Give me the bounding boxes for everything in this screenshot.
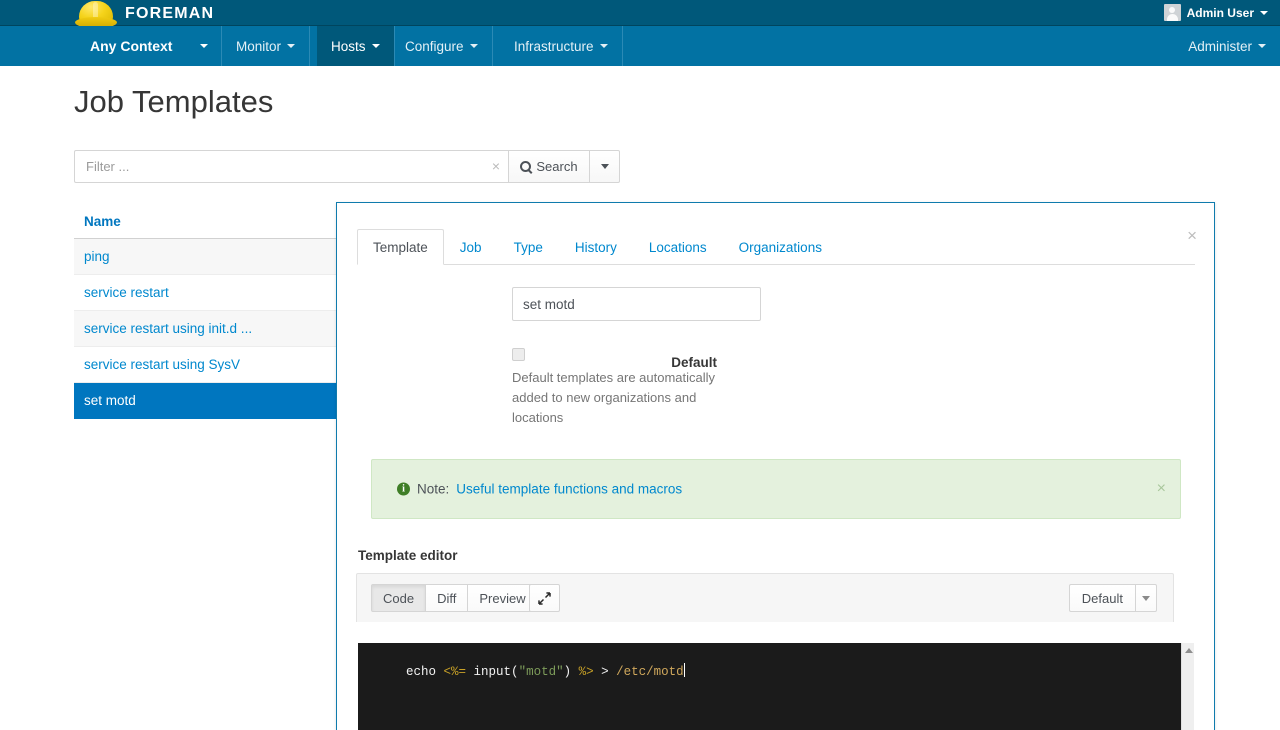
template-detail-panel: × Template Job Type History Locations Or… xyxy=(336,202,1215,730)
search-button-label: Search xyxy=(536,159,577,174)
code-token: ) xyxy=(564,665,579,679)
tab-job[interactable]: Job xyxy=(444,229,498,265)
code-token: "motd" xyxy=(519,665,564,679)
tab-organizations[interactable]: Organizations xyxy=(723,229,838,265)
nav-item-label: Infrastructure xyxy=(514,39,594,54)
editor-toolbar: Code Diff Preview Default xyxy=(356,573,1174,622)
tab-template[interactable]: Template xyxy=(357,229,444,265)
caret-down-icon xyxy=(372,44,380,48)
button-label: Preview xyxy=(479,591,525,606)
nav-item-label: Hosts xyxy=(331,39,366,54)
code-token: echo xyxy=(406,665,444,679)
editor-variant-select[interactable]: Default xyxy=(1069,584,1157,612)
expand-arrows-icon[interactable] xyxy=(529,584,560,612)
caret-down-icon[interactable] xyxy=(1135,584,1157,612)
nav-item-configure[interactable]: Configure xyxy=(391,26,493,66)
tab-type[interactable]: Type xyxy=(498,229,559,265)
editor-mode-diff-button[interactable]: Diff xyxy=(425,584,468,612)
context-selector[interactable]: Any Context xyxy=(0,26,222,66)
tab-label: History xyxy=(575,240,617,255)
template-note-alert: i Note: Useful template functions and ma… xyxy=(371,459,1181,519)
default-help-text: Default templates are automatically adde… xyxy=(512,368,742,428)
search-input[interactable] xyxy=(75,151,508,182)
text-cursor xyxy=(684,663,685,677)
info-circle-icon: i xyxy=(397,483,410,496)
button-label: Code xyxy=(383,591,414,606)
caret-down-icon xyxy=(1258,44,1266,48)
nav-item-infrastructure[interactable]: Infrastructure xyxy=(500,26,623,66)
clear-x-icon[interactable]: × xyxy=(492,159,500,173)
brand-bar: FOREMAN Admin User xyxy=(0,0,1280,26)
foreman-logo[interactable] xyxy=(75,0,117,29)
page-title: Job Templates xyxy=(74,84,273,120)
brand-name: FOREMAN xyxy=(125,5,214,23)
search-bar: × Search xyxy=(74,150,620,183)
template-editor-heading: Template editor xyxy=(358,548,458,563)
tab-locations[interactable]: Locations xyxy=(633,229,723,265)
alert-prefix: Note: xyxy=(417,482,449,497)
user-name-label: Admin User xyxy=(1187,6,1254,20)
nav-item-hosts[interactable]: Hosts xyxy=(317,26,395,66)
caret-down-icon xyxy=(470,44,478,48)
name-input[interactable] xyxy=(512,287,761,321)
hard-hat-icon xyxy=(75,1,117,25)
panel-tabs: Template Job Type History Locations Orga… xyxy=(357,228,1195,265)
tab-history[interactable]: History xyxy=(559,229,633,265)
caret-down-icon xyxy=(601,164,609,169)
caret-down-icon xyxy=(287,44,295,48)
nav-item-administer[interactable]: Administer xyxy=(1188,26,1266,66)
caret-down-icon xyxy=(1260,11,1268,15)
nav-item-label: Configure xyxy=(405,39,464,54)
default-checkbox[interactable] xyxy=(512,348,525,361)
button-label: Diff xyxy=(437,591,456,606)
template-functions-link[interactable]: Useful template functions and macros xyxy=(456,482,682,497)
tab-label: Type xyxy=(514,240,543,255)
search-button[interactable]: Search xyxy=(508,150,590,183)
tab-label: Locations xyxy=(649,240,707,255)
code-line: echo <%= input("motd") %> > /etc/motd xyxy=(361,646,685,698)
close-x-icon[interactable]: × xyxy=(1157,481,1166,497)
tab-label: Organizations xyxy=(739,240,822,255)
editor-variant-value: Default xyxy=(1069,584,1135,612)
code-token: > xyxy=(594,665,617,679)
tab-label: Job xyxy=(460,240,482,255)
user-avatar-icon xyxy=(1164,4,1181,21)
caret-down-icon xyxy=(200,44,208,48)
code-token: %> xyxy=(579,665,594,679)
code-token: <%= xyxy=(444,665,467,679)
context-label: Any Context xyxy=(90,38,172,54)
code-editor-scrollbar[interactable] xyxy=(1181,643,1194,730)
search-input-wrapper: × xyxy=(74,150,508,183)
main-navbar: Any Context Monitor Hosts Configure Infr… xyxy=(0,26,1280,66)
code-editor[interactable]: echo <%= input("motd") %> > /etc/motd xyxy=(358,643,1194,730)
editor-mode-code-button[interactable]: Code xyxy=(371,584,426,612)
user-menu[interactable]: Admin User xyxy=(1164,4,1268,21)
tab-label: Template xyxy=(373,240,428,255)
code-token: /etc/motd xyxy=(616,665,684,679)
search-dropdown-button[interactable] xyxy=(590,150,620,183)
editor-mode-buttons: Code Diff Preview xyxy=(371,584,538,612)
nav-item-monitor[interactable]: Monitor xyxy=(222,26,310,66)
scroll-up-arrow-icon[interactable] xyxy=(1185,648,1193,653)
caret-down-icon xyxy=(600,44,608,48)
nav-item-label: Monitor xyxy=(236,39,281,54)
nav-item-label: Administer xyxy=(1188,39,1252,54)
search-icon xyxy=(520,161,531,172)
code-token: input( xyxy=(466,665,519,679)
editor-mode-preview-button[interactable]: Preview xyxy=(467,584,537,612)
alert-content: i Note: Useful template functions and ma… xyxy=(397,482,682,497)
